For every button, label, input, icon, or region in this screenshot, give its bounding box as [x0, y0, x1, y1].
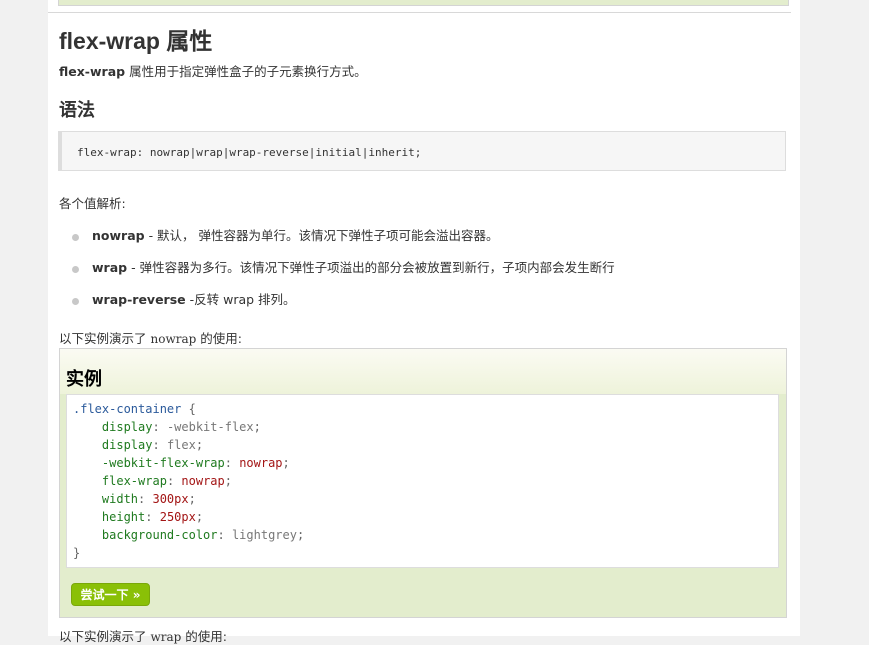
code-token: 250px: [159, 510, 196, 524]
value-desc: -反转 wrap 排列。: [185, 292, 296, 307]
syntax-heading: 语法: [59, 100, 95, 121]
code-line: display: -webkit-flex;: [73, 418, 778, 436]
code-token: lightgrey: [231, 528, 297, 542]
bullet-icon: [72, 234, 79, 241]
code-token: :: [152, 420, 167, 434]
intro-paragraph: flex-wrap 属性用于指定弹性盒子的子元素换行方式。: [59, 64, 367, 80]
code-token: 300px: [152, 492, 189, 506]
code-token: -webkit-flex: [166, 420, 254, 434]
list-item: wrap-reverse -反转 wrap 排列。: [59, 292, 615, 324]
try-it-button[interactable]: 尝试一下 »: [71, 583, 150, 606]
code-token: background-color: [101, 528, 218, 542]
list-item: nowrap - 默认， 弹性容器为单行。该情况下弹性子项可能会溢出容器。: [59, 228, 615, 260]
value-desc: - 弹性容器为多行。该情况下弹性子项溢出的部分会被放置到新行，子项内部会发生断行: [127, 260, 615, 275]
code-token: flex-wrap: [101, 474, 167, 488]
code-token: width: [101, 492, 139, 506]
code-token: :: [138, 492, 153, 506]
value-term: wrap-reverse: [92, 292, 186, 307]
code-token: ;: [224, 474, 232, 488]
values-title: 各个值解析:: [59, 196, 126, 211]
bullet-icon: [72, 298, 79, 305]
intro-code: flex-wrap: [59, 64, 126, 79]
code-token: height: [101, 510, 146, 524]
code-line: background-color: lightgrey;: [73, 526, 778, 544]
demo-note-code: nowrap: [150, 332, 197, 346]
code-token: :: [224, 456, 240, 470]
syntax-code-block: flex-wrap: nowrap|wrap|wrap-reverse|init…: [58, 131, 786, 171]
code-token: display: [101, 438, 153, 452]
code-token: nowrap: [239, 456, 283, 470]
example-box: 实例 .flex-container { display: -webkit-fl…: [59, 348, 787, 618]
code-token: .flex-container: [73, 402, 182, 416]
demo-note-post: 的使用:: [196, 331, 242, 346]
value-desc: - 默认， 弹性容器为单行。该情况下弹性子项可能会溢出容器。: [144, 228, 499, 243]
code-line: -webkit-flex-wrap: nowrap;: [73, 454, 778, 472]
code-token: :: [145, 510, 160, 524]
code-line: }: [73, 544, 778, 562]
bottom-note-post: 的使用:: [181, 629, 228, 644]
value-term: nowrap: [92, 228, 145, 243]
code-token: display: [101, 420, 153, 434]
code-token: }: [73, 546, 81, 560]
code-line: flex-wrap: nowrap;: [73, 472, 778, 490]
code-token: :: [152, 438, 167, 452]
example-heading: 实例: [66, 369, 102, 390]
code-token: ;: [282, 456, 290, 470]
list-item: wrap - 弹性容器为多行。该情况下弹性子项溢出的部分会被放置到新行，子项内部…: [59, 260, 615, 292]
example-code: .flex-container { display: -webkit-flex;…: [66, 394, 779, 568]
bullet-icon: [72, 266, 79, 273]
values-list: nowrap - 默认， 弹性容器为单行。该情况下弹性子项可能会溢出容器。 wr…: [59, 228, 615, 324]
code-token: ;: [296, 528, 305, 542]
previous-example-box: [58, 0, 789, 6]
article-content: flex-wrap 属性 flex-wrap 属性用于指定弹性盒子的子元素换行方…: [48, 0, 800, 644]
code-token: {: [181, 402, 196, 416]
code-token: :: [217, 528, 232, 542]
value-term: wrap: [92, 260, 128, 275]
intro-text: 属性用于指定弹性盒子的子元素换行方式。: [125, 64, 367, 79]
code-line: .flex-container {: [73, 400, 778, 418]
code-line: height: 250px;: [73, 508, 778, 526]
code-token: nowrap: [181, 474, 225, 488]
code-line: display: flex;: [73, 436, 778, 454]
bottom-note-pre: 以下实例演示了: [59, 629, 151, 644]
code-token: ;: [253, 420, 261, 434]
code-token: flex: [166, 438, 196, 452]
demo-note: 以下实例演示了 nowrap 的使用:: [59, 328, 242, 347]
code-token: :: [166, 474, 182, 488]
divider: [48, 12, 791, 13]
demo-note-pre: 以下实例演示了: [59, 331, 151, 346]
code-line: width: 300px;: [73, 490, 778, 508]
syntax-code: flex-wrap: nowrap|wrap|wrap-reverse|init…: [77, 146, 422, 159]
bottom-note-code: wrap: [150, 630, 182, 644]
code-token: ;: [195, 438, 204, 452]
page-title: flex-wrap 属性: [59, 28, 213, 54]
code-token: -webkit-flex-wrap: [101, 456, 225, 470]
code-token: ;: [188, 492, 196, 506]
code-token: ;: [195, 510, 204, 524]
